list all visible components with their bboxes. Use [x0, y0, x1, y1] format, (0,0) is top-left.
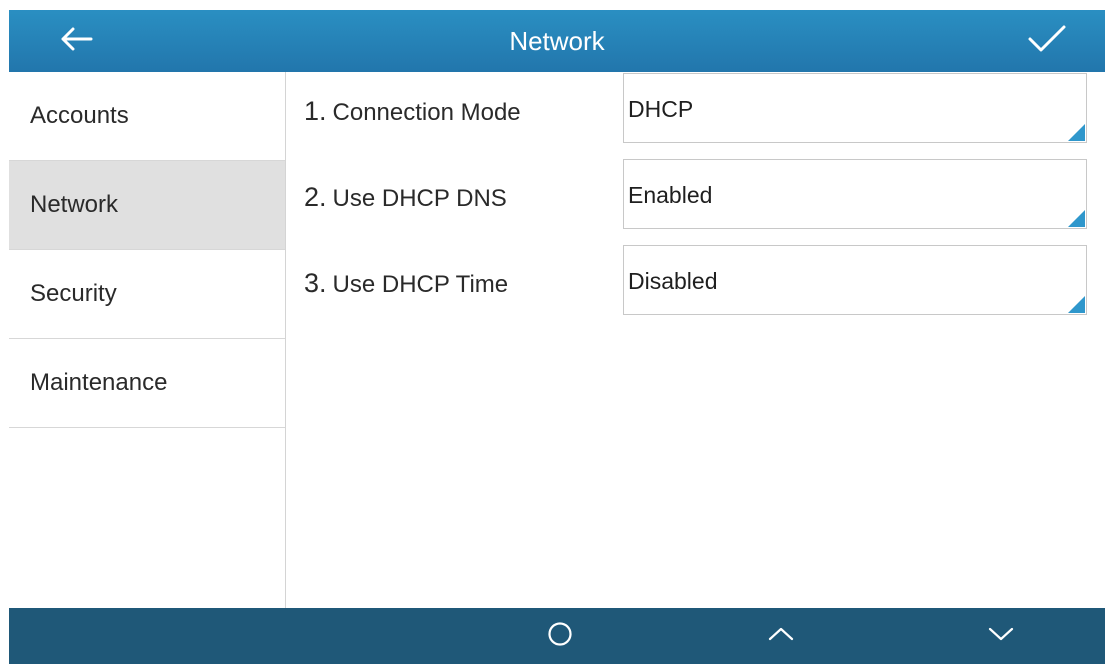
arrow-left-icon	[59, 27, 93, 56]
setting-label: 3. Use DHCP Time	[304, 268, 508, 299]
settings-panel: 1. Connection Mode DHCP 2. Use DHCP DNS En…	[286, 72, 1105, 608]
setting-row-use-dhcp-time: 3. Use DHCP Time Disabled	[286, 244, 1105, 316]
scroll-up-softkey[interactable]	[751, 608, 811, 664]
sidebar-item-label: Accounts	[30, 102, 129, 129]
connection-mode-select[interactable]: DHCP	[623, 73, 1087, 143]
setting-row-use-dhcp-dns: 2. Use DHCP DNS Enabled	[286, 158, 1105, 230]
sidebar: Accounts Network Security Maintenance	[9, 72, 286, 608]
page-title: Network	[509, 26, 605, 56]
setting-number: 3.	[304, 268, 327, 298]
use-dhcp-dns-select[interactable]: Enabled	[623, 159, 1087, 229]
select-value: DHCP	[628, 96, 694, 122]
home-softkey[interactable]	[530, 608, 590, 664]
setting-number: 1.	[304, 96, 327, 126]
sidebar-item-network[interactable]: Network	[9, 161, 285, 250]
scroll-down-softkey[interactable]	[971, 608, 1031, 664]
dropdown-corner-icon	[1068, 210, 1085, 227]
setting-label-text: Use DHCP Time	[332, 271, 509, 298]
softkey-bar	[9, 608, 1105, 664]
sidebar-item-maintenance[interactable]: Maintenance	[9, 339, 285, 428]
setting-label: 2. Use DHCP DNS	[304, 182, 507, 213]
confirm-button[interactable]	[1019, 20, 1075, 62]
setting-label-text: Use DHCP DNS	[332, 185, 507, 212]
setting-label: 1. Connection Mode	[304, 96, 521, 127]
select-value: Enabled	[628, 182, 713, 208]
select-value: Disabled	[628, 268, 718, 294]
sidebar-item-accounts[interactable]: Accounts	[9, 72, 285, 161]
sidebar-item-security[interactable]: Security	[9, 250, 285, 339]
sidebar-item-label: Security	[30, 280, 117, 307]
sidebar-item-label: Maintenance	[30, 369, 168, 396]
chevron-up-icon	[767, 625, 795, 648]
header-bar: Network	[9, 10, 1105, 72]
setting-row-connection-mode: 1. Connection Mode DHCP	[286, 72, 1105, 144]
back-button[interactable]	[49, 21, 103, 61]
circle-icon	[547, 621, 573, 652]
checkmark-icon	[1027, 24, 1067, 59]
dropdown-corner-icon	[1068, 296, 1085, 313]
dropdown-corner-icon	[1068, 124, 1085, 141]
setting-label-text: Connection Mode	[332, 99, 521, 126]
use-dhcp-time-select[interactable]: Disabled	[623, 245, 1087, 315]
sidebar-item-label: Network	[30, 191, 119, 218]
chevron-down-icon	[987, 625, 1015, 648]
setting-number: 2.	[304, 182, 327, 212]
